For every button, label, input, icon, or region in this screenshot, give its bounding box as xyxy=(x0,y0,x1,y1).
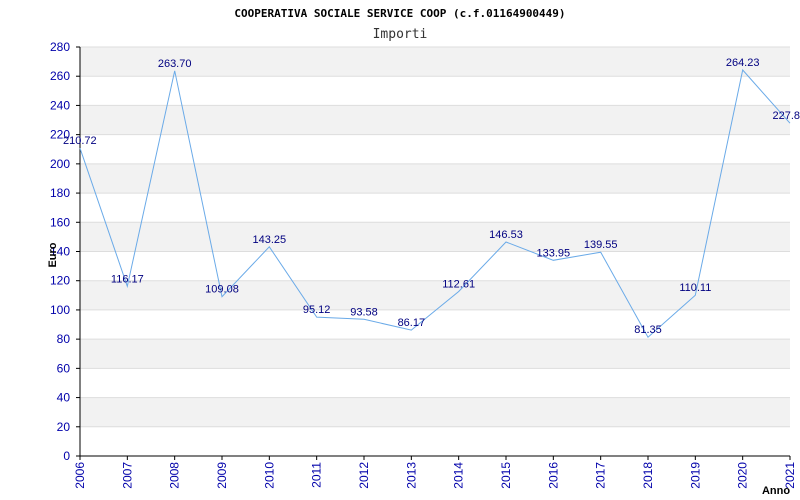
x-tick-label: 2012 xyxy=(357,462,371,489)
y-tick-label: 240 xyxy=(50,98,70,112)
y-tick-label: 80 xyxy=(57,332,71,346)
x-tick-label: 2008 xyxy=(168,462,182,489)
data-label: 146.53 xyxy=(489,229,523,241)
grid-band xyxy=(80,105,790,135)
data-label: 133.95 xyxy=(537,247,571,259)
data-label: 95.12 xyxy=(303,304,331,316)
background-bands xyxy=(80,47,790,427)
data-label: 264.23 xyxy=(726,57,760,69)
y-tick-label: 120 xyxy=(50,274,70,288)
x-tick-label: 2011 xyxy=(310,462,324,488)
y-tick-label: 160 xyxy=(50,215,70,229)
x-tick-label: 2007 xyxy=(120,462,134,489)
data-label: 210.72 xyxy=(63,135,97,147)
x-tick-label: 2018 xyxy=(641,462,655,489)
x-tick-label: 2009 xyxy=(215,462,229,489)
data-label: 112.61 xyxy=(442,279,475,291)
data-label: 86.17 xyxy=(398,317,426,329)
y-tick-label: 20 xyxy=(57,420,71,434)
y-tick-label: 40 xyxy=(57,391,71,405)
x-tick-label: 2010 xyxy=(262,462,276,489)
x-axis-ticks: 2006 2007 2008 2009 2010 2011 2012 2013 2014 2015… xyxy=(73,456,797,489)
grid-band xyxy=(80,222,790,252)
y-tick-label: 260 xyxy=(50,69,70,83)
data-label: 143.25 xyxy=(253,234,287,246)
chart-subtitle: Importi xyxy=(373,27,428,42)
x-tick-label: 2014 xyxy=(452,462,466,489)
data-label: 139.55 xyxy=(584,239,618,251)
x-tick-label: 2013 xyxy=(404,462,418,489)
data-label: 109.08 xyxy=(205,284,239,296)
y-axis-label: Euro xyxy=(47,242,59,267)
x-tick-label: 2006 xyxy=(73,462,87,489)
grid-band xyxy=(80,397,790,427)
grid-band xyxy=(80,163,790,194)
x-tick-label: 2020 xyxy=(736,462,750,489)
data-label: 110.11 xyxy=(679,282,711,294)
y-tick-label: 280 xyxy=(50,40,70,54)
y-tick-label: 60 xyxy=(57,361,71,375)
data-label: 227.8 xyxy=(772,110,800,122)
data-label: 116.17 xyxy=(111,273,144,285)
x-tick-label: 2017 xyxy=(594,462,608,489)
y-tick-label: 0 xyxy=(63,449,70,463)
data-label: 81.35 xyxy=(634,324,662,336)
grid-band xyxy=(80,339,790,369)
x-axis-label: Anno xyxy=(762,485,790,497)
chart-title: COOPERATIVA SOCIALE SERVICE COOP (c.f.01… xyxy=(234,7,565,20)
data-label: 263.70 xyxy=(158,58,192,70)
line-chart: COOPERATIVA SOCIALE SERVICE COOP (c.f.01… xyxy=(47,7,800,497)
x-tick-label: 2016 xyxy=(546,462,560,489)
y-tick-label: 100 xyxy=(50,303,70,317)
y-tick-label: 200 xyxy=(50,157,70,171)
x-tick-label: 2015 xyxy=(499,462,513,489)
y-tick-label: 180 xyxy=(50,186,70,200)
data-label: 93.58 xyxy=(350,306,378,318)
x-tick-label: 2019 xyxy=(688,462,702,489)
